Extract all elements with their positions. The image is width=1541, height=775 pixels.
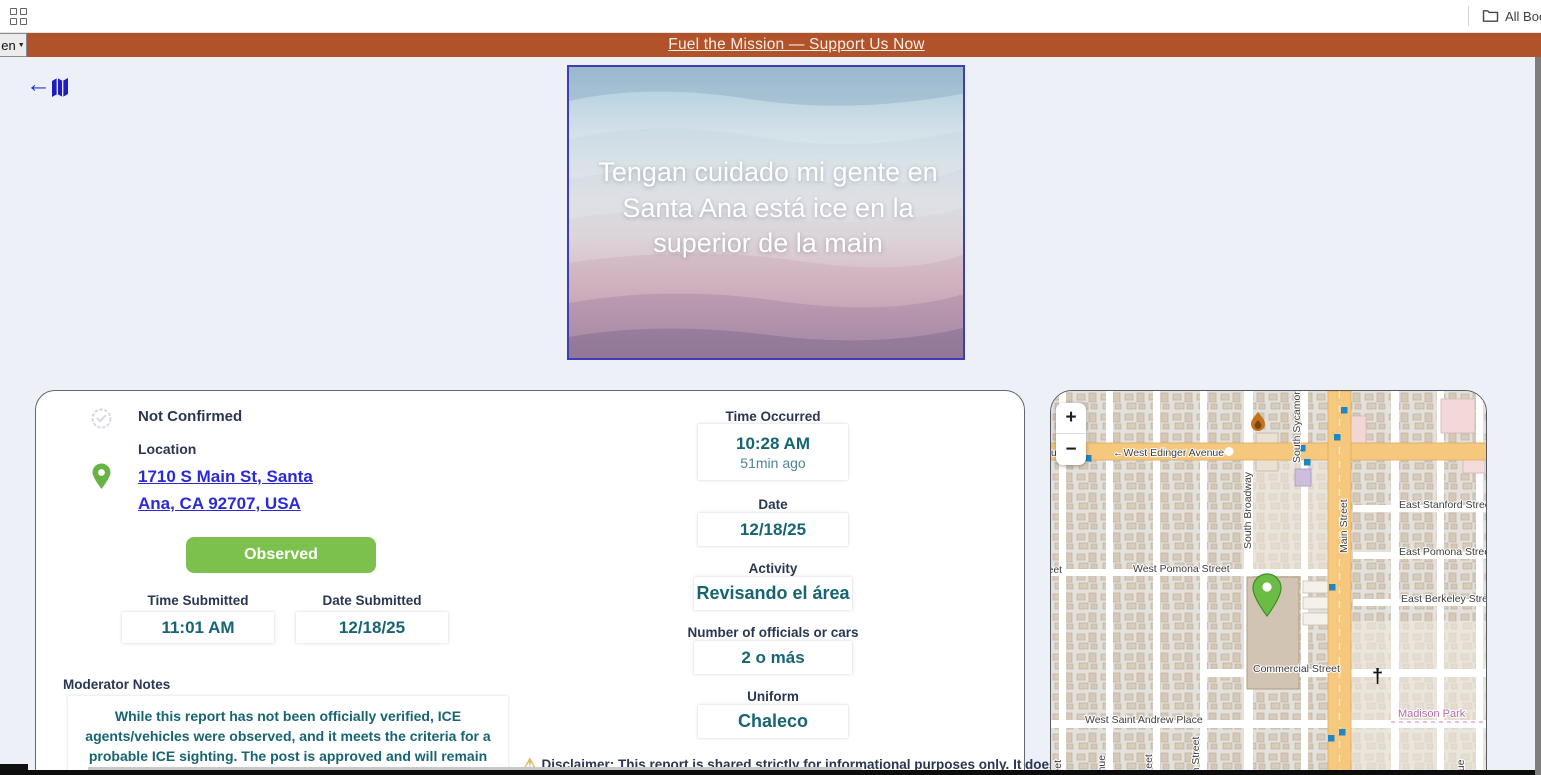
page: All Boo Fuel the Mission — Support Us No… [0,0,1541,775]
report-hero-image: Tengan cuidado mi gente en Santa Ana est… [567,65,965,360]
time-occurred-box: 10:28 AM 51min ago [698,424,848,480]
activity-label: Activity [698,561,848,576]
language-value: en [1,38,15,53]
time-submitted-value: 11:01 AM [122,612,274,643]
officials-label: Number of officials or cars [673,625,873,640]
observed-button[interactable]: Observed [186,537,376,573]
svg-text:←West Edinger Avenue: ←West Edinger Avenue [1113,447,1224,459]
date-submitted-label: Date Submitted [296,593,448,608]
map-canvas: † ←West Edinger Avenue nue reet East Sta… [1051,391,1487,775]
map[interactable]: † ←West Edinger Avenue nue reet East Sta… [1050,390,1487,775]
svg-text:Main Street: Main Street [1338,499,1350,553]
time-occurred-label: Time Occurred [698,409,848,424]
moderator-notes-text: While this report has not been officiall… [68,696,508,775]
svg-text:reet: reet [1051,564,1062,576]
bookmarks-divider [1468,6,1469,26]
back-button[interactable]: ← [26,72,51,97]
moderator-notes-label: Moderator Notes [63,677,170,692]
language-select[interactable]: en ▼ [0,33,27,57]
svg-text:East Pomona Street: East Pomona Street [1399,546,1487,558]
time-submitted-label: Time Submitted [122,593,274,608]
time-ago: 51min ago [740,455,805,471]
folder-icon[interactable] [1482,8,1499,28]
location-label: Location [138,441,196,457]
zoom-in-button[interactable]: + [1056,403,1086,434]
svg-text:Commercial Street: Commercial Street [1253,663,1340,675]
time-occurred-value: 10:28 AM [736,434,810,454]
hero-caption: Tengan cuidado mi gente en Santa Ana est… [598,155,938,262]
officials-value: 2 o más [694,641,852,674]
uniform-label: Uniform [698,689,848,704]
map-view-icon[interactable] [51,77,69,103]
date-label: Date [698,497,848,512]
svg-text:South Sycamore: South Sycamore [1291,391,1303,463]
activity-value: Revisando el área [694,577,852,610]
verified-badge-icon [90,407,113,435]
uniform-value: Chaleco [698,705,848,738]
church-cross-icon: † [1372,666,1383,688]
svg-text:South Broadway: South Broadway [1242,471,1254,549]
svg-text:West Pomona Street: West Pomona Street [1133,563,1230,575]
support-link[interactable]: Fuel the Mission — Support Us Now [668,36,924,54]
location-line1[interactable]: 1710 S Main St, Santa [138,463,348,490]
date-value: 12/18/25 [698,513,848,546]
location-link[interactable]: 1710 S Main St, Santa Ana, CA 92707, USA [138,463,348,517]
svg-text:Madison Park: Madison Park [1398,708,1466,720]
svg-text:East Stanford Street: East Stanford Street [1399,499,1487,511]
status-text: Not Confirmed [138,408,242,425]
map-zoom-control: + − [1056,403,1086,465]
vertical-scrollbar[interactable] [1535,57,1541,775]
all-bookmarks-label[interactable]: All Boo [1505,9,1541,24]
zoom-out-button[interactable]: − [1056,434,1086,465]
donation-banner: Fuel the Mission — Support Us Now [0,33,1541,57]
svg-text:East Berkeley Street: East Berkeley Street [1401,593,1487,605]
svg-text:West Saint Andrew Place: West Saint Andrew Place [1085,714,1203,726]
location-pin-icon [91,463,112,495]
bottom-bar [0,770,1541,775]
location-line2[interactable]: Ana, CA 92707, USA [138,490,348,517]
bookmarks-bar [0,0,1541,33]
dropdown-arrow-icon: ▼ [18,42,25,49]
apps-grid-icon[interactable] [10,8,27,25]
date-submitted-value: 12/18/25 [296,612,448,643]
